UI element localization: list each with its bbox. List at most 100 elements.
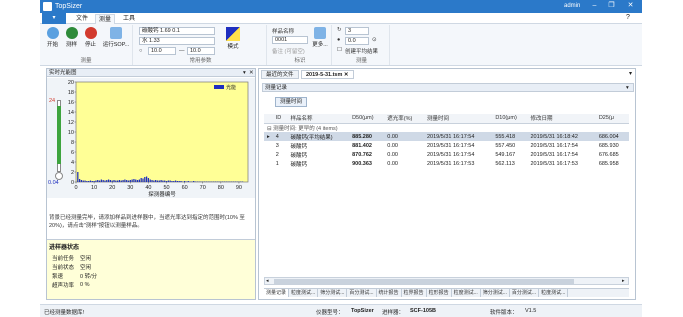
column-header[interactable]: D25(μ [595, 114, 629, 124]
create-average-checkbox[interactable]: ☐ [337, 47, 342, 53]
panel-close-icon[interactable]: ✕ [249, 69, 254, 77]
feeder-status-title: 进样器状态 [49, 245, 80, 251]
records-collapse-icon[interactable]: ▾ [626, 84, 629, 92]
status-label: 当前任务 [52, 255, 75, 262]
column-header[interactable]: D50(μm) [349, 114, 385, 124]
range-max-input[interactable]: 10.0 [187, 47, 215, 55]
tab-tools[interactable]: 工具 [120, 14, 138, 24]
report-tab[interactable]: 筛分测试... [481, 289, 510, 297]
x-tick-label: 90 [236, 185, 242, 191]
scroll-left-icon[interactable]: ◂ [266, 278, 269, 284]
doc-tab-file-label: 2019-5-31.tsm [306, 72, 343, 78]
model-value: TopSizer [351, 308, 374, 314]
report-tab[interactable]: 粒形报告 [427, 289, 452, 297]
x-tick-label: 50 [163, 185, 169, 191]
bar [162, 180, 164, 182]
close-icon[interactable]: ✕ [625, 1, 636, 11]
user-name[interactable]: admin [564, 3, 580, 9]
version-label: 软件版本： [490, 310, 518, 316]
table-header-row: ID 样品名称 D50(μm) 遮光率(%) 测量时间 D10(μm) 修改日期… [264, 114, 629, 124]
range-min-input[interactable]: 10.0 [148, 47, 176, 55]
group-by-time-button[interactable]: 测量时间 [275, 97, 308, 107]
report-tab[interactable]: 粒度测试... [452, 289, 481, 297]
doc-tab-file[interactable]: 2019-5-31.tsm ✕ [301, 70, 354, 79]
gauge-fill [57, 106, 61, 164]
bar [86, 181, 88, 182]
report-tab[interactable]: 百分测试... [510, 289, 540, 297]
mode-label: 模式 [227, 44, 239, 50]
x-tick-label: 40 [145, 185, 151, 191]
report-tab[interactable]: 粒度测试... [289, 289, 319, 297]
title-bar: TopSizer admin – ❐ ✕ [40, 0, 642, 13]
mode-button[interactable]: 模式 [223, 27, 243, 50]
measure-sample-button[interactable]: 测样 [64, 27, 79, 48]
doc-tab-recent[interactable]: 最近的文件 [261, 70, 299, 79]
table-row[interactable]: 3 碳酸钙 881.402 0.00 2019/5/31 16:17:54 55… [264, 141, 629, 150]
bar [183, 181, 186, 182]
repeat-count-icon: ↻ [337, 27, 342, 33]
bar [100, 179, 102, 182]
help-icon[interactable]: ? [626, 14, 630, 21]
column-header[interactable]: 遮光率(%) [384, 114, 424, 124]
plot-area [75, 81, 249, 183]
bar [176, 181, 179, 182]
tab-file[interactable]: 文件 [73, 14, 91, 24]
range-separator: — [179, 48, 185, 54]
repeat-next-icon[interactable]: ⊙ [372, 37, 377, 43]
app-title: TopSizer [55, 3, 83, 10]
material-select[interactable]: 碳酸钙 1.69 0.1 [139, 27, 215, 35]
report-tab[interactable]: 筛分测试... [318, 289, 348, 297]
sample-name-input[interactable]: 0001 [272, 36, 308, 44]
scroll-right-icon[interactable]: ▸ [622, 278, 625, 284]
start-button[interactable]: 开始 [45, 27, 60, 48]
more-button[interactable]: 更多... [311, 27, 329, 48]
bar [185, 181, 188, 182]
scrollbar-thumb[interactable] [274, 279, 574, 284]
panel-pin-icon[interactable]: ▾ [243, 69, 246, 77]
bar [173, 181, 175, 182]
bar [232, 181, 235, 182]
cell-obscuration: 0.00 [387, 142, 398, 149]
run-sop-button[interactable]: 运行SOP... [102, 27, 130, 48]
tab-measure[interactable]: 测量 [95, 14, 116, 24]
bar [214, 181, 217, 182]
more-icon [314, 27, 326, 39]
chart-area: 24 0.04 0 2 4 6 8 10 12 14 16 18 20 0 10 20 30 40 50 60 70… [47, 78, 255, 198]
doc-tabs-menu-icon[interactable]: ▾ [629, 70, 632, 77]
group-row[interactable]: ⊟ 测量时间: 更早的 (4 items) [264, 123, 629, 132]
report-tab[interactable]: 测量记录 [264, 289, 290, 297]
status-label: 泵速 [52, 273, 64, 280]
doc-tab-close-icon[interactable]: ✕ [344, 72, 349, 78]
horizontal-scrollbar[interactable]: ◂ ▸ [264, 277, 629, 285]
cell-sample-name: 碳酸钙(平均结果) [287, 132, 350, 141]
interval-input[interactable]: 0.0 [345, 37, 369, 45]
feeder-value: SCF-105B [410, 308, 436, 314]
column-header[interactable]: ID [272, 114, 288, 124]
table-row[interactable]: 1 碳酸钙 900.363 0.00 2019/5/31 16:17:53 56… [264, 159, 629, 168]
repeat-count-input[interactable]: 3 [345, 27, 369, 35]
status-label: 当前状态 [52, 264, 75, 271]
maximize-icon[interactable]: ❐ [606, 1, 617, 11]
medium-select[interactable]: 水 1.33 [139, 37, 215, 45]
column-header[interactable]: 测量时间 [424, 114, 493, 124]
column-header[interactable]: 修改日期 [527, 114, 596, 124]
report-tab[interactable]: 粒界报告 [402, 289, 427, 297]
column-header[interactable]: D10(μm) [492, 114, 528, 124]
table-row[interactable]: 2 碳酸钙 870.762 0.00 2019/5/31 16:17:54 54… [264, 150, 629, 159]
cell-modified-date: 2019/5/31 16:18:42 [527, 132, 596, 141]
sample-note-input[interactable]: 备注 (可留空) [272, 47, 305, 55]
bar [174, 180, 177, 182]
minimize-icon[interactable]: – [589, 1, 600, 11]
gauge-bulb [55, 172, 63, 180]
report-tab[interactable]: 粒度测试... [539, 289, 569, 297]
report-tab[interactable]: 统计报告 [377, 289, 402, 297]
report-tab[interactable]: 百分测试... [347, 289, 377, 297]
table-row[interactable]: ▸ 4 碳酸钙(平均结果) 885.280 0.00 2019/5/31 16:… [264, 132, 629, 141]
status-row: 当前状态 空闲 [49, 262, 100, 271]
bar [129, 180, 131, 182]
bar [182, 181, 184, 182]
bar [147, 178, 150, 182]
column-header[interactable]: 样品名称 [287, 114, 350, 124]
app-menu-button[interactable]: ▾ [42, 13, 66, 24]
stop-button[interactable]: 停止 [83, 27, 98, 48]
